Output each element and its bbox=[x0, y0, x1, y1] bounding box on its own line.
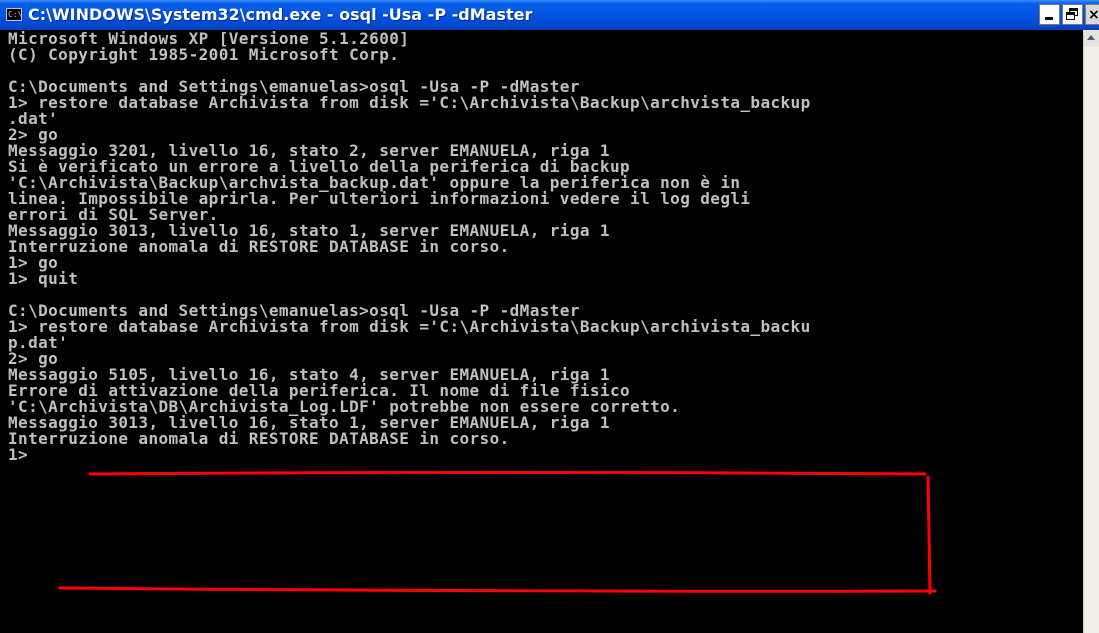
console-line: 1> restore database Archivista from disk… bbox=[8, 317, 811, 336]
console-line: 1> go bbox=[8, 253, 59, 272]
minimize-button[interactable] bbox=[1039, 4, 1060, 25]
close-icon: × bbox=[1088, 7, 1099, 23]
chevron-up-icon bbox=[1087, 35, 1095, 40]
close-button[interactable]: × bbox=[1085, 4, 1099, 25]
vertical-scrollbar[interactable] bbox=[1083, 30, 1099, 633]
scroll-up-button[interactable] bbox=[1084, 30, 1099, 47]
title-bar[interactable]: C:\ C:\WINDOWS\System32\cmd.exe - osql -… bbox=[0, 0, 1099, 30]
console-line: p.dat' bbox=[8, 333, 69, 352]
console-line: Interruzione anomala di RESTORE DATABASE… bbox=[8, 237, 510, 256]
restore-icon-back bbox=[1066, 12, 1075, 20]
cmd-icon-glyph: C:\ bbox=[8, 10, 23, 19]
cmd-window-icon[interactable]: C:\ bbox=[6, 8, 22, 21]
console-line: 1> quit bbox=[8, 269, 79, 288]
cmd-window: C:\ C:\WINDOWS\System32\cmd.exe - osql -… bbox=[0, 0, 1099, 633]
console-line: 1> restore database Archivista from disk… bbox=[8, 93, 811, 112]
minimize-icon bbox=[1045, 17, 1053, 20]
console-line: (C) Copyright 1985-2001 Microsoft Corp. bbox=[8, 45, 400, 64]
window-title: C:\WINDOWS\System32\cmd.exe - osql -Usa … bbox=[28, 5, 533, 24]
console-output[interactable]: Microsoft Windows XP [Versione 5.1.2600]… bbox=[8, 31, 1083, 631]
console-lines: Microsoft Windows XP [Versione 5.1.2600]… bbox=[8, 31, 1083, 463]
console-line: Interruzione anomala di RESTORE DATABASE… bbox=[8, 429, 510, 448]
window-controls: × bbox=[1039, 4, 1099, 25]
maximize-button[interactable] bbox=[1062, 4, 1083, 25]
console-line: .dat' bbox=[8, 109, 59, 128]
console-line: 1> bbox=[8, 445, 29, 464]
